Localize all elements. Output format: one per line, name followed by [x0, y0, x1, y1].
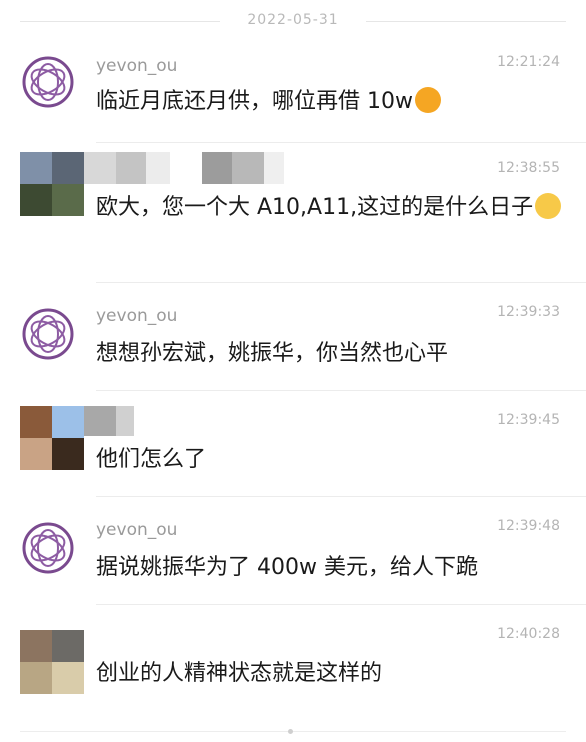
timestamp: 12:39:48	[497, 518, 560, 534]
message-separator	[96, 496, 586, 497]
message-text[interactable]: 据说姚振华为了 400w 美元，给人下跪	[96, 546, 556, 590]
divider-line	[366, 21, 566, 22]
message-item: yevon_ou 12:39:33 想想孙宏斌，姚振华，你当然也心平	[0, 300, 586, 386]
ring-logo-icon	[22, 308, 74, 360]
timestamp: 12:40:28	[497, 626, 560, 642]
message-text[interactable]: 他们怎么了	[96, 438, 556, 482]
avatar[interactable]	[20, 54, 76, 110]
bottom-dot	[288, 729, 293, 734]
sender-name-blurred[interactable]	[84, 152, 284, 184]
message-item: 12:40:28 创业的人精神状态就是这样的	[0, 620, 586, 706]
sender-name[interactable]: yevon_ou	[96, 56, 177, 76]
message-separator	[96, 142, 586, 143]
message-text[interactable]: 临近月底还月供，哪位再借 10w	[96, 80, 556, 124]
message-separator	[96, 604, 586, 605]
message-content: 欧大，您一个大 A10,A11,这过的是什么日子	[96, 195, 534, 220]
ring-logo-icon	[22, 522, 74, 574]
timestamp: 12:39:33	[497, 304, 560, 320]
date-label: 2022-05-31	[247, 12, 339, 28]
laughing-tears-emoji-icon	[535, 193, 562, 219]
sender-name[interactable]: yevon_ou	[96, 306, 177, 326]
avatar[interactable]	[20, 520, 76, 576]
bottom-divider	[20, 731, 566, 732]
message-separator	[96, 282, 586, 283]
chat-screen: { "date_divider": "2022-05-31", "message…	[0, 0, 586, 742]
sender-name[interactable]: yevon_ou	[96, 520, 177, 540]
avatar[interactable]	[20, 152, 84, 216]
message-separator	[96, 390, 586, 391]
timestamp: 12:38:55	[497, 160, 560, 176]
message-item: 12:39:45 他们怎么了	[0, 404, 586, 488]
ring-logo-icon	[22, 56, 74, 108]
message-content: 临近月底还月供，哪位再借 10w	[96, 89, 413, 114]
message-text[interactable]: 欧大，您一个大 A10,A11,这过的是什么日子	[96, 186, 566, 230]
message-text[interactable]: 想想孙宏斌，姚振华，你当然也心平	[96, 332, 556, 376]
avatar[interactable]	[20, 306, 76, 362]
angry-face-emoji-icon	[414, 87, 441, 113]
sender-name-blurred[interactable]	[84, 406, 134, 436]
message-item: yevon_ou 12:39:48 据说姚振华为了 400w 美元，给人下跪	[0, 514, 586, 600]
timestamp: 12:39:45	[497, 412, 560, 428]
message-item: yevon_ou 12:21:24 临近月底还月供，哪位再借 10w	[0, 52, 586, 134]
avatar[interactable]	[20, 406, 84, 470]
message-item: 12:38:55 欧大，您一个大 A10,A11,这过的是什么日子	[0, 150, 586, 280]
avatar[interactable]	[20, 630, 84, 694]
date-divider: 2022-05-31	[0, 8, 586, 34]
timestamp: 12:21:24	[497, 54, 560, 70]
message-text[interactable]: 创业的人精神状态就是这样的	[96, 652, 556, 696]
